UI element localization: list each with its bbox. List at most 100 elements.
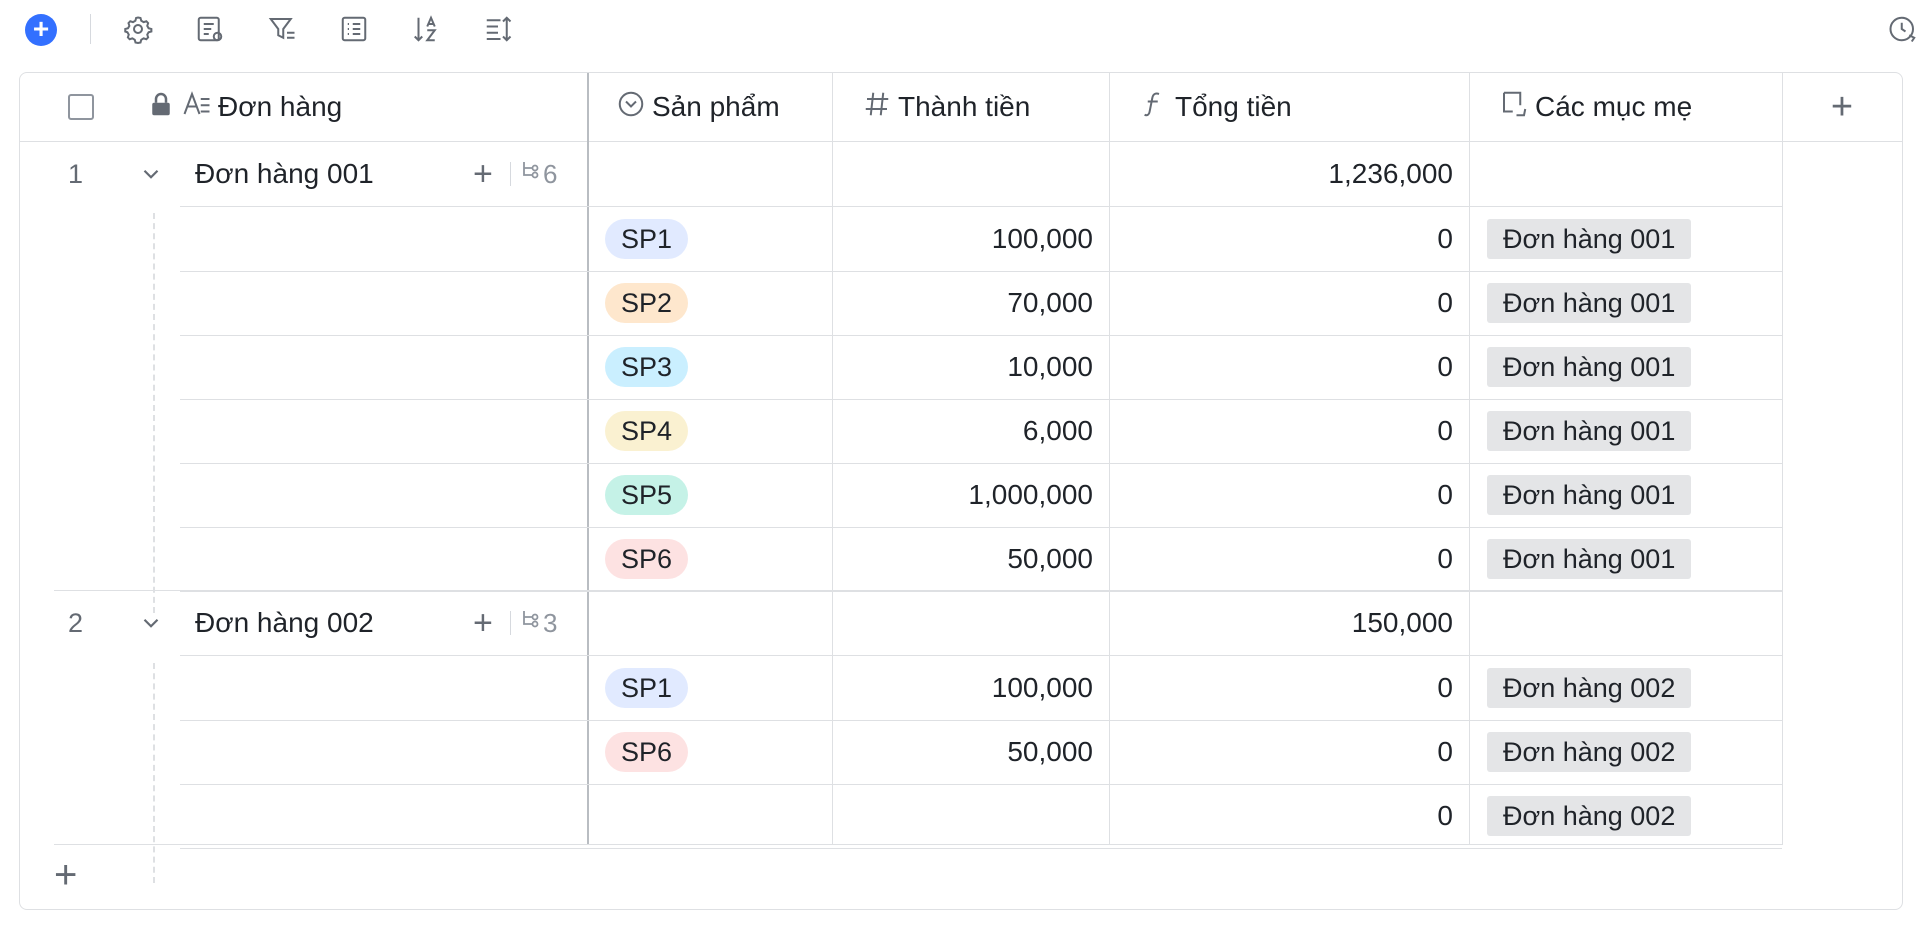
select-all-checkbox[interactable] [68, 73, 108, 141]
parent-link-icon [1499, 89, 1535, 126]
subrecord-icon [519, 608, 543, 639]
product-tag: SP6 [605, 732, 689, 772]
product-tag: SP4 [605, 411, 689, 451]
field-config-icon[interactable] [193, 12, 227, 46]
header-row: Đơn hàng Sản phẩm Thành tiền Tổng tiền C… [20, 73, 1902, 142]
group-row-1[interactable]: 1 Đơn hàng 001 + 6 1,236,000 [20, 142, 1782, 206]
amount-cell[interactable]: 10,000 [832, 335, 1109, 399]
total-cell[interactable]: 0 [1109, 271, 1469, 335]
amount-cell[interactable]: 1,000,000 [832, 463, 1109, 527]
column-header-label: Các mục mẹ [1535, 91, 1693, 122]
amount-cell[interactable]: 100,000 [832, 656, 1109, 720]
total-cell[interactable]: 0 [1109, 720, 1469, 784]
parent-cell[interactable]: Đơn hàng 001 [1487, 463, 1777, 527]
product-cell[interactable]: SP2 [605, 271, 825, 335]
table-row[interactable]: SP6 50,000 0 Đơn hàng 001 [20, 527, 1782, 591]
total-cell[interactable]: 150,000 [1109, 591, 1469, 655]
add-column-button[interactable]: + [1782, 73, 1902, 141]
total-cell[interactable]: 0 [1109, 207, 1469, 271]
parent-cell[interactable]: Đơn hàng 002 [1487, 656, 1777, 720]
add-child-icon[interactable]: + [473, 591, 503, 655]
column-divider [1782, 73, 1783, 845]
product-cell[interactable]: SP4 [605, 399, 825, 463]
parent-cell[interactable]: Đơn hàng 001 [1487, 527, 1777, 591]
amount-cell[interactable]: 70,000 [832, 271, 1109, 335]
table-bottom-border [54, 844, 1782, 845]
parent-record-tag: Đơn hàng 002 [1487, 668, 1692, 708]
column-header-amount[interactable]: Thành tiền [844, 73, 1119, 141]
table-row[interactable]: SP2 70,000 0 Đơn hàng 001 [20, 271, 1782, 335]
table-row[interactable]: SP3 10,000 0 Đơn hàng 001 [20, 335, 1782, 399]
product-tag: SP1 [605, 668, 689, 708]
parent-cell[interactable]: Đơn hàng 002 [1487, 784, 1777, 848]
product-cell[interactable]: SP6 [605, 720, 825, 784]
formula-icon [1139, 89, 1175, 126]
parent-record-tag: Đơn hàng 002 [1487, 732, 1692, 772]
table-row[interactable]: SP6 50,000 0 Đơn hàng 002 [20, 720, 1782, 784]
number-field-icon [862, 89, 898, 126]
product-tag: SP5 [605, 475, 689, 515]
toolbar-divider [90, 14, 91, 44]
table-row[interactable]: SP1 100,000 0 Đơn hàng 001 [20, 207, 1782, 271]
product-cell[interactable]: SP5 [605, 463, 825, 527]
subrecord-count[interactable]: 3 [510, 591, 580, 655]
total-cell[interactable]: 0 [1109, 463, 1469, 527]
product-cell[interactable] [605, 784, 825, 848]
parent-cell[interactable]: Đơn hàng 002 [1487, 720, 1777, 784]
sort-icon[interactable] [409, 12, 443, 46]
product-cell[interactable]: SP1 [605, 656, 825, 720]
total-cell[interactable]: 1,236,000 [1109, 142, 1469, 206]
total-cell[interactable]: 0 [1109, 335, 1469, 399]
product-cell[interactable]: SP1 [605, 207, 825, 271]
toolbar: + [0, 0, 1928, 58]
group-title[interactable]: Đơn hàng 001 [195, 142, 455, 206]
total-cell[interactable]: 0 [1109, 784, 1469, 848]
group-icon[interactable] [337, 12, 371, 46]
column-header-label: Sản phẩm [652, 91, 780, 122]
parent-record-tag: Đơn hàng 002 [1487, 796, 1692, 836]
total-cell[interactable]: 0 [1109, 399, 1469, 463]
collapse-chevron-icon[interactable] [138, 591, 168, 655]
amount-cell[interactable] [832, 784, 1109, 848]
settings-icon[interactable] [121, 12, 155, 46]
parent-cell[interactable]: Đơn hàng 001 [1487, 207, 1777, 271]
total-cell[interactable]: 0 [1109, 656, 1469, 720]
table-row[interactable]: 0 Đơn hàng 002 [20, 784, 1782, 848]
group-row-2[interactable]: 2 Đơn hàng 002 + 3 150,000 [20, 591, 1782, 655]
column-header-total[interactable]: Tổng tiền [1121, 73, 1411, 141]
subrecord-count[interactable]: 6 [510, 142, 580, 206]
add-record-button[interactable]: + [54, 855, 77, 895]
column-header-parent[interactable]: Các mục mẹ [1481, 73, 1796, 141]
column-header-label: Đơn hàng [218, 91, 343, 122]
amount-cell[interactable]: 6,000 [832, 399, 1109, 463]
amount-cell[interactable]: 100,000 [832, 207, 1109, 271]
parent-cell[interactable]: Đơn hàng 001 [1487, 399, 1777, 463]
single-select-icon [616, 89, 652, 126]
table-row[interactable]: SP5 1,000,000 0 Đơn hàng 001 [20, 463, 1782, 527]
history-icon[interactable] [1886, 12, 1920, 46]
collapse-chevron-icon[interactable] [138, 142, 168, 206]
product-cell[interactable]: SP3 [605, 335, 825, 399]
table-row[interactable]: SP1 100,000 0 Đơn hàng 002 [20, 656, 1782, 720]
filter-icon[interactable] [265, 12, 299, 46]
amount-cell[interactable]: 50,000 [832, 527, 1109, 591]
table-grid: Đơn hàng Sản phẩm Thành tiền Tổng tiền C… [19, 72, 1903, 910]
add-record-icon[interactable]: + [25, 14, 57, 46]
total-cell[interactable]: 0 [1109, 527, 1469, 591]
amount-cell[interactable]: 50,000 [832, 720, 1109, 784]
parent-record-tag: Đơn hàng 001 [1487, 283, 1692, 323]
parent-cell[interactable]: Đơn hàng 001 [1487, 335, 1777, 399]
column-header-primary[interactable]: Đơn hàng [146, 73, 606, 141]
lock-icon [146, 89, 182, 126]
row-height-icon[interactable] [481, 12, 515, 46]
table-row[interactable]: SP4 6,000 0 Đơn hàng 001 [20, 399, 1782, 463]
product-tag: SP1 [605, 219, 689, 259]
parent-cell[interactable]: Đơn hàng 001 [1487, 271, 1777, 335]
parent-record-tag: Đơn hàng 001 [1487, 219, 1692, 259]
column-header-label: Thành tiền [898, 91, 1031, 122]
group-title[interactable]: Đơn hàng 002 [195, 591, 455, 655]
product-cell[interactable]: SP6 [605, 527, 825, 591]
add-child-icon[interactable]: + [473, 142, 503, 206]
product-tag: SP6 [605, 539, 689, 579]
column-header-product[interactable]: Sản phẩm [598, 73, 838, 141]
